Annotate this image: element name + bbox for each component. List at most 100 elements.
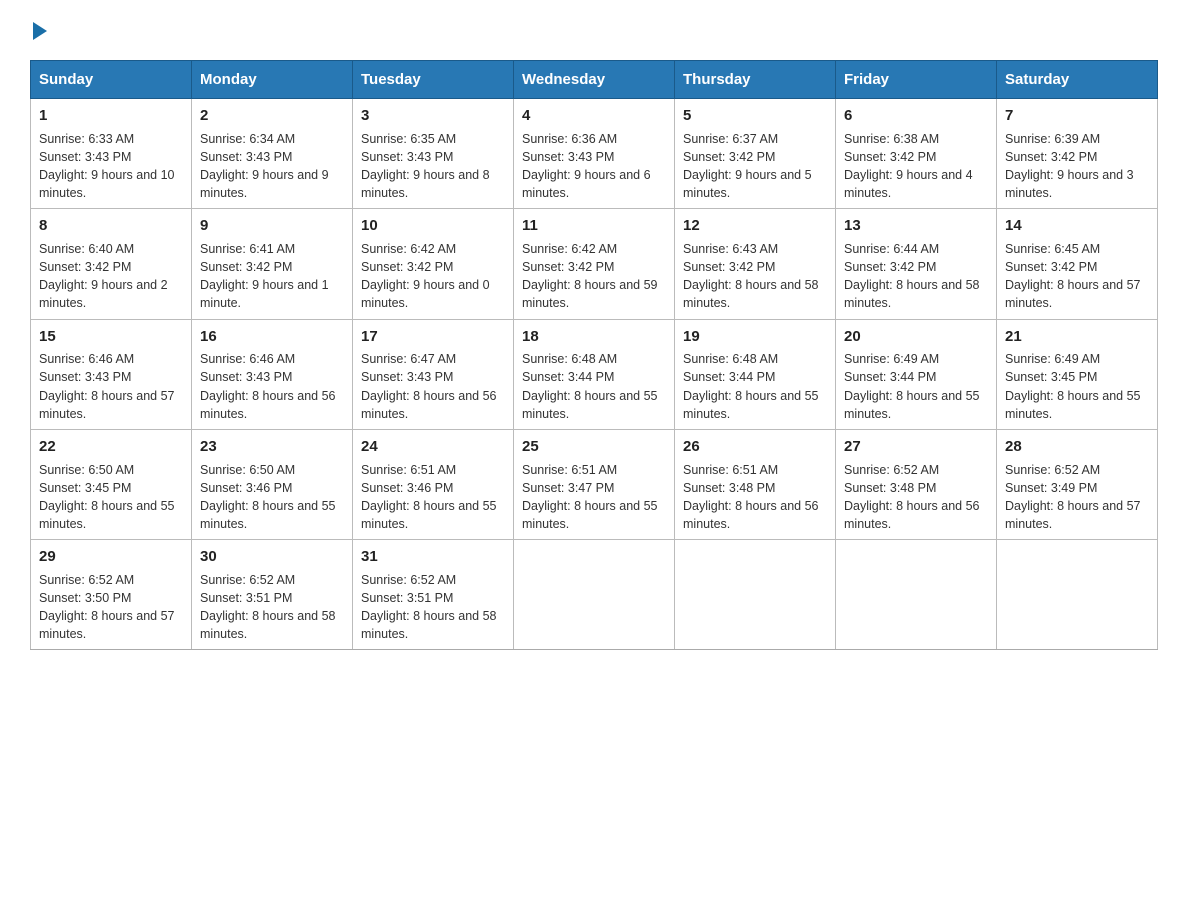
column-header-tuesday: Tuesday: [353, 61, 514, 99]
calendar-cell: 19Sunrise: 6:48 AMSunset: 3:44 PMDayligh…: [675, 319, 836, 429]
column-header-wednesday: Wednesday: [514, 61, 675, 99]
logo-arrow-icon: [33, 22, 47, 40]
day-info: Sunrise: 6:44 AMSunset: 3:42 PMDaylight:…: [844, 240, 988, 313]
calendar-cell: 10 Sunrise: 6:42 AMSunset: 3:42 PMDayligh…: [353, 209, 514, 319]
day-info: Sunrise: 6:51 AMSunset: 3:47 PMDaylight:…: [522, 461, 666, 534]
day-number: 31: [361, 546, 505, 568]
day-number: 25: [522, 436, 666, 458]
calendar-cell: 22 Sunrise: 6:50 AMSunset: 3:45 PMDayligh…: [31, 429, 192, 539]
calendar-cell: 29 Sunrise: 6:52 AMSunset: 3:50 PMDayligh…: [31, 540, 192, 650]
calendar-cell: 23 Sunrise: 6:50 AMSunset: 3:46 PMDayligh…: [192, 429, 353, 539]
calendar-cell: [997, 540, 1158, 650]
day-info: Sunrise: 6:51 AMSunset: 3:46 PMDaylight:…: [361, 461, 505, 534]
calendar-cell: 7 Sunrise: 6:39 AMSunset: 3:42 PMDaylight…: [997, 99, 1158, 209]
calendar-cell: 6Sunrise: 6:38 AMSunset: 3:42 PMDaylight…: [836, 99, 997, 209]
calendar-header-row: SundayMondayTuesdayWednesdayThursdayFrid…: [31, 61, 1158, 99]
calendar-week-row: 8 Sunrise: 6:40 AMSunset: 3:42 PMDaylight…: [31, 209, 1158, 319]
day-number: 17: [361, 326, 505, 348]
day-info: Sunrise: 6:41 AMSunset: 3:42 PMDaylight:…: [200, 240, 344, 313]
day-number: 29: [39, 546, 183, 568]
calendar-week-row: 22 Sunrise: 6:50 AMSunset: 3:45 PMDayligh…: [31, 429, 1158, 539]
day-number: 13: [844, 215, 988, 237]
page-header: [30, 20, 1158, 40]
day-info: Sunrise: 6:47 AMSunset: 3:43 PMDaylight:…: [361, 350, 505, 423]
day-number: 20: [844, 326, 988, 348]
calendar-cell: 21Sunrise: 6:49 AMSunset: 3:45 PMDayligh…: [997, 319, 1158, 429]
day-number: 4: [522, 105, 666, 127]
day-number: 30: [200, 546, 344, 568]
day-number: 15: [39, 326, 183, 348]
day-info: Sunrise: 6:49 AMSunset: 3:45 PMDaylight:…: [1005, 350, 1149, 423]
day-info: Sunrise: 6:46 AMSunset: 3:43 PMDaylight:…: [39, 350, 183, 423]
day-info: Sunrise: 6:38 AMSunset: 3:42 PMDaylight:…: [844, 130, 988, 203]
day-info: Sunrise: 6:42 AMSunset: 3:42 PMDaylight:…: [522, 240, 666, 313]
calendar-cell: 13 Sunrise: 6:44 AMSunset: 3:42 PMDayligh…: [836, 209, 997, 319]
day-info: Sunrise: 6:33 AMSunset: 3:43 PMDaylight:…: [39, 130, 183, 203]
day-info: Sunrise: 6:46 AMSunset: 3:43 PMDaylight:…: [200, 350, 344, 423]
calendar-cell: [675, 540, 836, 650]
day-number: 8: [39, 215, 183, 237]
day-number: 18: [522, 326, 666, 348]
column-header-monday: Monday: [192, 61, 353, 99]
day-number: 21: [1005, 326, 1149, 348]
day-number: 28: [1005, 436, 1149, 458]
day-number: 14: [1005, 215, 1149, 237]
day-info: Sunrise: 6:45 AMSunset: 3:42 PMDaylight:…: [1005, 240, 1149, 313]
calendar-week-row: 29 Sunrise: 6:52 AMSunset: 3:50 PMDayligh…: [31, 540, 1158, 650]
day-info: Sunrise: 6:42 AMSunset: 3:42 PMDaylight:…: [361, 240, 505, 313]
calendar-cell: 26Sunrise: 6:51 AMSunset: 3:48 PMDayligh…: [675, 429, 836, 539]
day-number: 12: [683, 215, 827, 237]
calendar-cell: 12 Sunrise: 6:43 AMSunset: 3:42 PMDayligh…: [675, 209, 836, 319]
calendar-week-row: 15Sunrise: 6:46 AMSunset: 3:43 PMDayligh…: [31, 319, 1158, 429]
calendar-cell: 15Sunrise: 6:46 AMSunset: 3:43 PMDayligh…: [31, 319, 192, 429]
day-number: 16: [200, 326, 344, 348]
column-header-thursday: Thursday: [675, 61, 836, 99]
day-info: Sunrise: 6:39 AMSunset: 3:42 PMDaylight:…: [1005, 130, 1149, 203]
calendar-cell: 18Sunrise: 6:48 AMSunset: 3:44 PMDayligh…: [514, 319, 675, 429]
calendar-cell: 31 Sunrise: 6:52 AMSunset: 3:51 PMDayligh…: [353, 540, 514, 650]
calendar-cell: 30 Sunrise: 6:52 AMSunset: 3:51 PMDayligh…: [192, 540, 353, 650]
calendar-cell: 17Sunrise: 6:47 AMSunset: 3:43 PMDayligh…: [353, 319, 514, 429]
day-number: 27: [844, 436, 988, 458]
day-info: Sunrise: 6:36 AMSunset: 3:43 PMDaylight:…: [522, 130, 666, 203]
calendar-cell: 1 Sunrise: 6:33 AMSunset: 3:43 PMDaylight…: [31, 99, 192, 209]
day-number: 7: [1005, 105, 1149, 127]
column-header-friday: Friday: [836, 61, 997, 99]
day-number: 26: [683, 436, 827, 458]
calendar-cell: 16Sunrise: 6:46 AMSunset: 3:43 PMDayligh…: [192, 319, 353, 429]
day-info: Sunrise: 6:52 AMSunset: 3:51 PMDaylight:…: [200, 571, 344, 644]
day-info: Sunrise: 6:49 AMSunset: 3:44 PMDaylight:…: [844, 350, 988, 423]
day-info: Sunrise: 6:52 AMSunset: 3:51 PMDaylight:…: [361, 571, 505, 644]
logo: [30, 20, 47, 40]
calendar-cell: [514, 540, 675, 650]
calendar-week-row: 1 Sunrise: 6:33 AMSunset: 3:43 PMDaylight…: [31, 99, 1158, 209]
calendar-cell: 14 Sunrise: 6:45 AMSunset: 3:42 PMDayligh…: [997, 209, 1158, 319]
calendar-cell: 25 Sunrise: 6:51 AMSunset: 3:47 PMDayligh…: [514, 429, 675, 539]
day-number: 10: [361, 215, 505, 237]
day-number: 24: [361, 436, 505, 458]
day-number: 2: [200, 105, 344, 127]
calendar-cell: 9Sunrise: 6:41 AMSunset: 3:42 PMDaylight…: [192, 209, 353, 319]
column-header-sunday: Sunday: [31, 61, 192, 99]
day-info: Sunrise: 6:52 AMSunset: 3:50 PMDaylight:…: [39, 571, 183, 644]
calendar-cell: 8 Sunrise: 6:40 AMSunset: 3:42 PMDaylight…: [31, 209, 192, 319]
day-info: Sunrise: 6:48 AMSunset: 3:44 PMDaylight:…: [522, 350, 666, 423]
day-info: Sunrise: 6:43 AMSunset: 3:42 PMDaylight:…: [683, 240, 827, 313]
day-info: Sunrise: 6:50 AMSunset: 3:46 PMDaylight:…: [200, 461, 344, 534]
day-number: 1: [39, 105, 183, 127]
calendar-cell: 27Sunrise: 6:52 AMSunset: 3:48 PMDayligh…: [836, 429, 997, 539]
day-info: Sunrise: 6:37 AMSunset: 3:42 PMDaylight:…: [683, 130, 827, 203]
day-info: Sunrise: 6:40 AMSunset: 3:42 PMDaylight:…: [39, 240, 183, 313]
day-info: Sunrise: 6:50 AMSunset: 3:45 PMDaylight:…: [39, 461, 183, 534]
calendar-cell: [836, 540, 997, 650]
calendar-cell: 28 Sunrise: 6:52 AMSunset: 3:49 PMDayligh…: [997, 429, 1158, 539]
day-number: 5: [683, 105, 827, 127]
calendar-cell: 2Sunrise: 6:34 AMSunset: 3:43 PMDaylight…: [192, 99, 353, 209]
calendar-cell: 24 Sunrise: 6:51 AMSunset: 3:46 PMDayligh…: [353, 429, 514, 539]
calendar-cell: 3Sunrise: 6:35 AMSunset: 3:43 PMDaylight…: [353, 99, 514, 209]
day-number: 22: [39, 436, 183, 458]
day-number: 23: [200, 436, 344, 458]
calendar-cell: 4 Sunrise: 6:36 AMSunset: 3:43 PMDaylight…: [514, 99, 675, 209]
day-number: 19: [683, 326, 827, 348]
day-info: Sunrise: 6:52 AMSunset: 3:49 PMDaylight:…: [1005, 461, 1149, 534]
